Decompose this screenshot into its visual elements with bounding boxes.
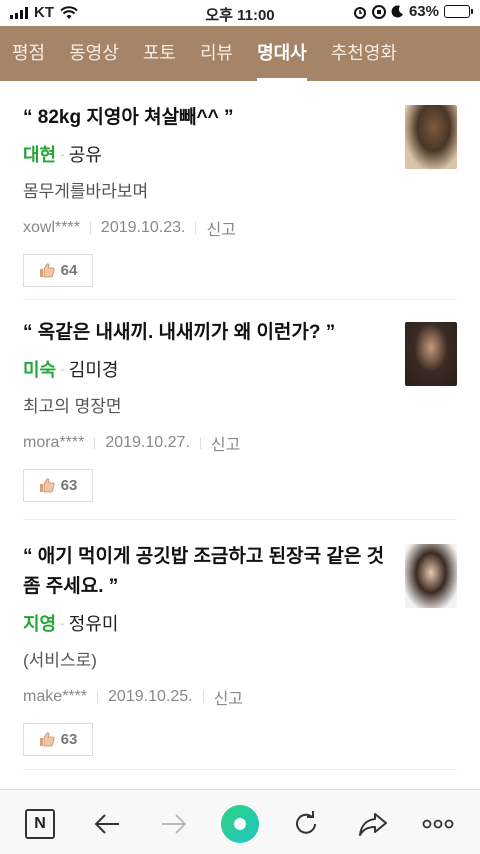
more-icon (422, 819, 454, 829)
share-button[interactable] (355, 806, 391, 842)
quote-text[interactable]: “ 82kg 지영아 쳐살빼^^ ” (23, 103, 457, 133)
divider (202, 691, 204, 703)
quote-context: 몸무게를바라보며 (23, 182, 149, 201)
quote-meta: make**** 2019.10.25. 신고 (23, 685, 457, 709)
naver-home-button[interactable]: N (22, 806, 58, 842)
post-date: 2019.10.27. (105, 434, 190, 451)
movie-tab-bar: 평점 동영상 포토 리뷰 명대사 추천영화 (0, 26, 480, 81)
quote-card: “ 애기 먹이게 공깃밥 조금하고 된장국 같은 것 좀 주세요. ” 지영 ·… (23, 520, 457, 770)
famous-lines-list: “ 82kg 지영아 쳐살빼^^ ” 대현 · 공유 몸무게를바라보며 xowl… (0, 81, 480, 770)
separator-dot: · (60, 146, 65, 162)
tab-2[interactable]: 포토 (131, 26, 188, 81)
like-count: 63 (60, 477, 78, 494)
user-id: make**** (23, 688, 88, 705)
like-count: 64 (60, 262, 78, 279)
quote-meta: xowl**** 2019.10.23. 신고 (23, 216, 457, 240)
divider (199, 437, 201, 449)
battery-percent: 63% (408, 3, 439, 20)
character-name[interactable]: 대현 (23, 141, 56, 167)
tab-0[interactable]: 평점 (0, 26, 57, 81)
actor-name[interactable]: 김미경 (69, 356, 119, 382)
quote-meta: mora**** 2019.10.27. 신고 (23, 431, 457, 455)
user-id: xowl**** (23, 219, 80, 236)
green-dot-button[interactable] (220, 804, 260, 844)
battery-icon (444, 5, 473, 18)
role-line: 미숙 · 김미경 (23, 356, 457, 382)
report-link[interactable]: 신고 (211, 431, 240, 455)
separator-dot: · (60, 361, 65, 377)
back-button[interactable] (89, 806, 125, 842)
tab-1[interactable]: 동영상 (57, 26, 131, 81)
arrow-left-icon (94, 814, 119, 834)
quote-card: “ 82kg 지영아 쳐살빼^^ ” 대현 · 공유 몸무게를바라보며 xowl… (23, 81, 457, 300)
actor-photo[interactable] (405, 105, 457, 169)
like-count: 63 (60, 731, 78, 748)
quote-text[interactable]: “ 옥같은 내새끼. 내새끼가 왜 이런가? ” (23, 318, 457, 348)
user-id: mora**** (23, 434, 85, 451)
character-name[interactable]: 미숙 (23, 356, 56, 382)
quote-context: 최고의 명장면 (23, 397, 122, 416)
alarm-icon (353, 6, 366, 19)
arrow-right-icon (162, 814, 187, 834)
quote-context: (서비스로) (23, 651, 97, 670)
separator-dot: · (60, 615, 65, 631)
report-link[interactable]: 신고 (206, 216, 235, 240)
tab-3[interactable]: 리뷰 (188, 26, 245, 81)
divider (195, 222, 197, 234)
actor-name[interactable]: 공유 (69, 141, 102, 167)
like-button[interactable]: 64 (23, 254, 93, 287)
post-date: 2019.10.23. (100, 219, 186, 236)
divider (89, 222, 91, 234)
browser-toolbar: N (0, 789, 480, 854)
green-dot-icon (221, 805, 259, 843)
thumbs-up-icon (39, 478, 55, 493)
like-button[interactable]: 63 (23, 723, 93, 756)
naver-logo-icon: N (25, 809, 55, 839)
actor-name[interactable]: 정유미 (69, 610, 119, 636)
actor-photo[interactable] (405, 544, 457, 608)
post-date: 2019.10.25. (108, 688, 193, 705)
like-button[interactable]: 63 (23, 469, 93, 502)
refresh-button[interactable] (288, 806, 324, 842)
rotation-lock-icon (371, 4, 386, 19)
tab-4[interactable]: 명대사 (245, 26, 319, 81)
role-line: 지영 · 정유미 (23, 610, 457, 636)
more-button[interactable] (420, 806, 456, 842)
thumbs-up-icon (39, 263, 55, 278)
actor-photo[interactable] (405, 322, 457, 386)
quote-card: “ 옥같은 내새끼. 내새끼가 왜 이런가? ” 미숙 · 김미경 최고의 명장… (23, 300, 457, 520)
thumbs-up-icon (39, 732, 55, 747)
quote-text[interactable]: “ 애기 먹이게 공깃밥 조금하고 된장국 같은 것 좀 주세요. ” (23, 542, 457, 602)
moon-icon (391, 5, 403, 18)
divider (94, 437, 96, 449)
role-line: 대현 · 공유 (23, 141, 457, 167)
divider (97, 691, 99, 703)
tab-5[interactable]: 추천영화 (319, 26, 409, 81)
share-icon (359, 813, 387, 836)
character-name[interactable]: 지영 (23, 610, 56, 636)
report-link[interactable]: 신고 (214, 685, 243, 709)
status-bar: KT 오후 11:00 63% (0, 0, 480, 26)
refresh-icon (296, 811, 316, 834)
forward-button[interactable] (156, 806, 192, 842)
